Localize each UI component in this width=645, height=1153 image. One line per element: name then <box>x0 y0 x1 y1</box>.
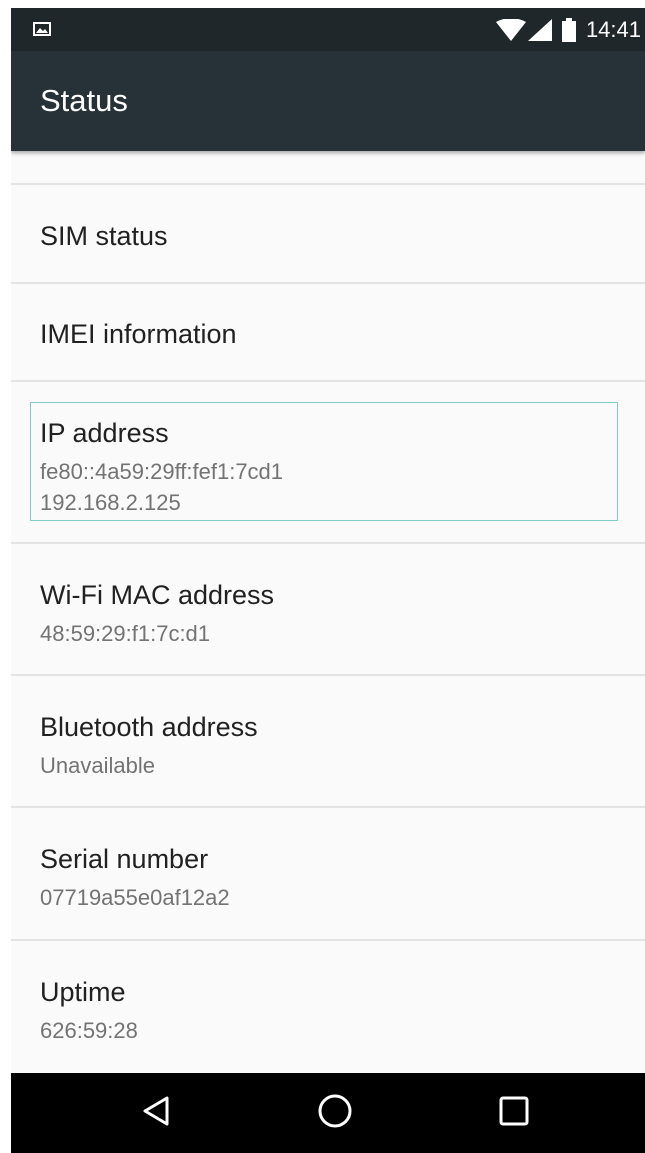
imei-information-title: IMEI information <box>40 319 237 349</box>
ip-address-ipv6: fe80::4a59:29ff:fef1:7cd1 <box>40 459 284 484</box>
list-item-sim-status[interactable]: SIM status <box>11 185 645 282</box>
wifi-icon <box>495 18 526 41</box>
list-item-wifi-mac-address[interactable]: Wi-Fi MAC address 48:59:29:f1:7c:d1 <box>11 544 645 674</box>
app-toolbar: Status <box>11 51 645 151</box>
serial-number-value: 07719a55e0af12a2 <box>40 885 230 910</box>
status-icons: 14:41 <box>495 8 641 51</box>
navigation-bar <box>11 1073 645 1153</box>
serial-number-title: Serial number <box>40 844 209 874</box>
status-list: SIM status IMEI information IP address f… <box>11 151 645 1073</box>
device-screen: 14:41 Status SIM status IMEI information… <box>11 8 645 1153</box>
recents-square-icon <box>499 1096 529 1131</box>
bluetooth-address-value: Unavailable <box>40 753 155 778</box>
home-circle-icon <box>317 1093 353 1134</box>
uptime-title: Uptime <box>40 977 126 1007</box>
sim-status-title: SIM status <box>40 221 168 251</box>
uptime-value: 626:59:28 <box>40 1018 138 1043</box>
list-item-ip-address[interactable]: IP address fe80::4a59:29ff:fef1:7cd1 192… <box>11 382 645 542</box>
page-title: Status <box>40 83 128 118</box>
list-item-bluetooth-address[interactable]: Bluetooth address Unavailable <box>11 676 645 806</box>
wifi-mac-address-title: Wi-Fi MAC address <box>40 580 275 610</box>
clock-time: 14:41 <box>585 16 641 42</box>
battery-icon <box>561 17 576 42</box>
back-button[interactable] <box>116 1073 196 1153</box>
back-triangle-icon <box>141 1095 171 1132</box>
list-item-uptime[interactable]: Uptime 626:59:28 <box>11 941 645 1073</box>
ip-address-ipv4: 192.168.2.125 <box>40 490 181 515</box>
list-item-imei-information[interactable]: IMEI information <box>11 284 645 380</box>
status-bar: 14:41 <box>11 8 645 51</box>
image-notification-icon <box>33 22 51 36</box>
home-button[interactable] <box>295 1073 375 1153</box>
cell-signal-icon <box>527 18 552 41</box>
wifi-mac-address-value: 48:59:29:f1:7c:d1 <box>40 621 211 646</box>
bluetooth-address-title: Bluetooth address <box>40 712 258 742</box>
list-item-serial-number[interactable]: Serial number 07719a55e0af12a2 <box>11 808 645 939</box>
ip-address-title: IP address <box>40 418 169 448</box>
recents-button[interactable] <box>474 1073 554 1153</box>
